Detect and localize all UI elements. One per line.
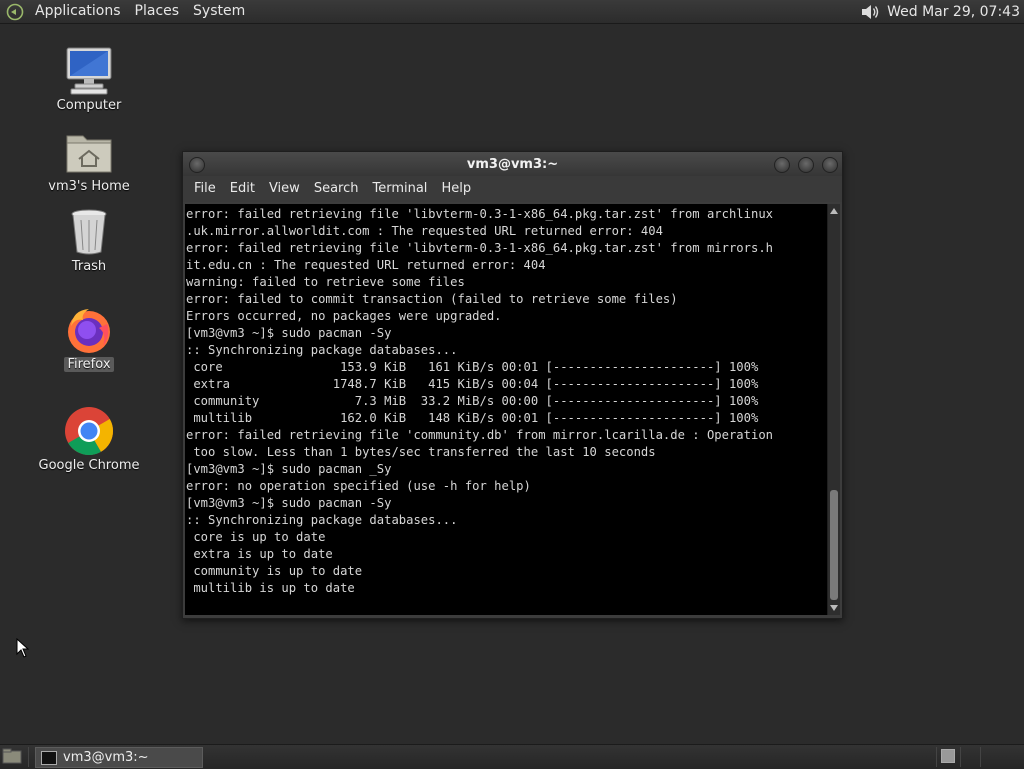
firefox-icon — [63, 304, 115, 356]
window-titlebar[interactable]: vm3@vm3:~ — [183, 152, 842, 176]
terminal-line: [vm3@vm3 ~]$ sudo pacman _Sy — [186, 462, 392, 476]
distro-logo-icon[interactable] — [6, 3, 24, 21]
desktop-icon-label: Firefox — [64, 357, 114, 372]
terminal-menubar: File Edit View Search Terminal Help — [183, 176, 842, 202]
clock[interactable]: Wed Mar 29, 07:43 — [887, 4, 1024, 20]
terminal-line: multilib is up to date — [193, 581, 355, 595]
terminal-line: extra is up to date — [193, 547, 333, 561]
terminal-line: error: failed retrieving file 'libvterm-… — [186, 207, 773, 221]
minimize-button[interactable] — [774, 157, 790, 173]
terminal-line: error: failed to commit transaction (fai… — [186, 292, 678, 306]
terminal-output[interactable]: error: failed retrieving file 'libvterm-… — [185, 204, 827, 615]
vertical-scrollbar[interactable] — [827, 204, 840, 615]
menu-terminal[interactable]: Terminal — [365, 176, 434, 202]
terminal-line: extra 1748.7 KiB 415 KiB/s 00:04 [------… — [193, 377, 759, 391]
menu-help[interactable]: Help — [434, 176, 478, 202]
menu-edit[interactable]: Edit — [223, 176, 262, 202]
terminal-line: too slow. Less than 1 bytes/sec transfer… — [193, 445, 656, 459]
mouse-pointer-icon — [16, 637, 30, 658]
desktop-icon-trash[interactable]: Trash — [34, 206, 144, 274]
desktop-icon-firefox[interactable]: Firefox — [34, 304, 144, 372]
speaker-icon[interactable] — [859, 2, 881, 22]
desktop-icon-label: Trash — [71, 259, 107, 274]
terminal-line: :: Synchronizing package databases... — [186, 343, 458, 357]
chrome-icon — [63, 405, 115, 457]
terminal-line: Errors occurred, no packages were upgrad… — [186, 309, 502, 323]
terminal-line: warning: failed to retrieve some files — [186, 275, 465, 289]
terminal-line: error: no operation specified (use -h fo… — [186, 479, 531, 493]
scroll-up-arrow-icon[interactable] — [830, 208, 838, 214]
terminal-window[interactable]: vm3@vm3:~ File Edit View Search Terminal… — [182, 151, 843, 619]
bottom-panel: vm3@vm3:~ — [0, 744, 1024, 769]
terminal-line: community is up to date — [193, 564, 363, 578]
computer-icon — [63, 45, 115, 97]
home-folder-icon — [63, 126, 115, 178]
terminal-line: core 153.9 KiB 161 KiB/s 00:01 [--------… — [193, 360, 759, 374]
terminal-line: it.edu.cn : The requested URL returned e… — [186, 258, 546, 272]
taskbar-item-terminal[interactable]: vm3@vm3:~ — [35, 747, 203, 768]
desktop-icon-chrome[interactable]: Google Chrome — [34, 405, 144, 473]
desktop-icon-label: Computer — [56, 98, 122, 113]
terminal-line: [vm3@vm3 ~]$ sudo pacman -Sy — [186, 496, 392, 510]
menu-search[interactable]: Search — [307, 176, 366, 202]
terminal-line: .uk.mirror.allworldit.com : The requeste… — [186, 224, 663, 238]
trash-icon — [63, 206, 115, 258]
menu-places[interactable]: Places — [128, 0, 187, 23]
scrollbar-thumb[interactable] — [830, 490, 838, 600]
terminal-line: core is up to date — [193, 530, 326, 544]
terminal-text[interactable]: error: failed retrieving file 'libvterm-… — [185, 204, 827, 597]
window-title: vm3@vm3:~ — [466, 156, 559, 172]
terminal-line: [vm3@vm3 ~]$ sudo pacman -Sy — [186, 326, 392, 340]
menu-view[interactable]: View — [262, 176, 307, 202]
terminal-line: :: Synchronizing package databases... — [186, 513, 458, 527]
terminal-line: community 7.3 MiB 33.2 MiB/s 00:00 [----… — [193, 394, 759, 408]
desktop-icon-home[interactable]: vm3's Home — [34, 126, 144, 194]
taskbar-item-label: vm3@vm3:~ — [63, 750, 149, 765]
terminal-line: error: failed retrieving file 'community… — [186, 428, 773, 442]
terminal-line: multilib 162.0 KiB 148 KiB/s 00:01 [----… — [193, 411, 759, 425]
window-menu-button[interactable] — [189, 157, 205, 173]
desktop-icon-label: vm3's Home — [48, 179, 130, 194]
maximize-button[interactable] — [798, 157, 814, 173]
menu-file[interactable]: File — [187, 176, 223, 202]
close-button[interactable] — [822, 157, 838, 173]
desktop-icon-label: Google Chrome — [38, 458, 140, 473]
scroll-down-arrow-icon[interactable] — [830, 605, 838, 611]
desktop-icon-computer[interactable]: Computer — [34, 45, 144, 113]
menu-applications[interactable]: Applications — [28, 0, 128, 23]
menu-system[interactable]: System — [186, 0, 252, 23]
workspace-switcher[interactable] — [941, 749, 955, 763]
terminal-icon — [41, 750, 57, 765]
top-panel: Applications Places System Wed Mar 29, 0… — [0, 0, 1024, 24]
show-desktop-icon[interactable] — [2, 748, 22, 765]
terminal-line: error: failed retrieving file 'libvterm-… — [186, 241, 773, 255]
